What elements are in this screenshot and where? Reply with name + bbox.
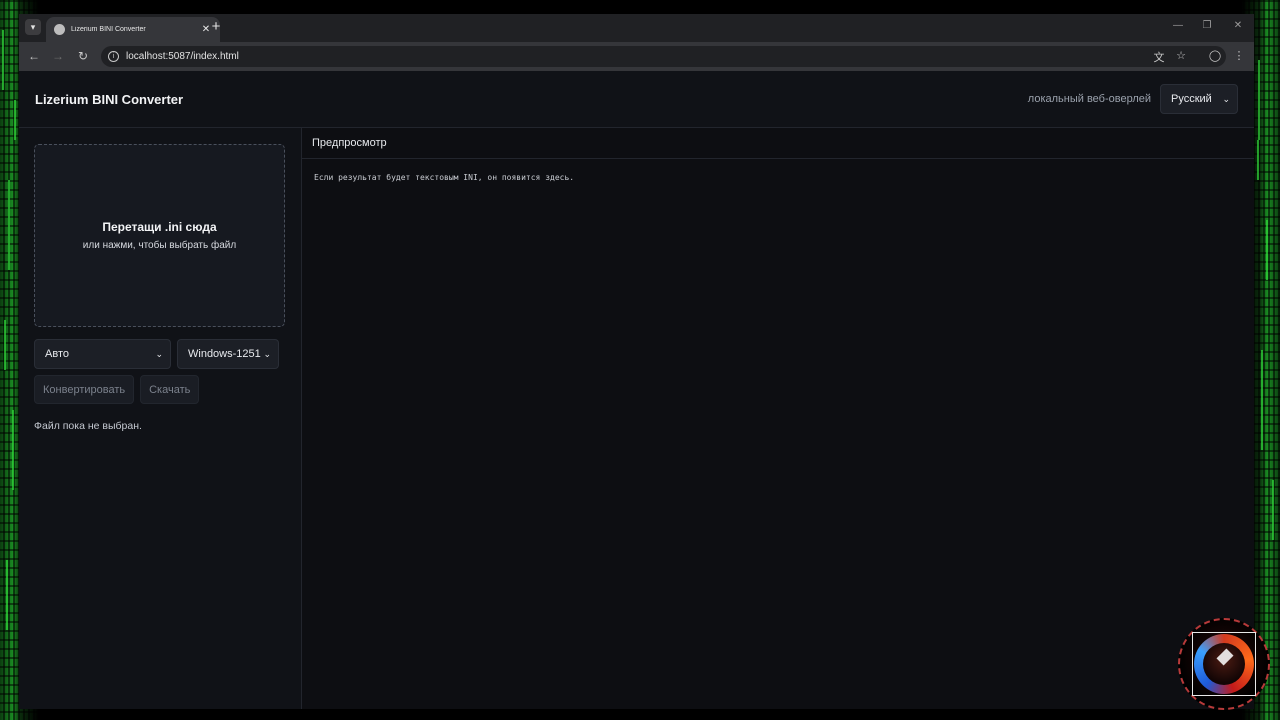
selects-row: Авто ⌄ Windows-1251 ⌄ <box>34 339 286 369</box>
tab-title: Lizerium BINI Converter <box>71 26 146 33</box>
dropzone-subtitle: или нажми, чтобы выбрать файл <box>82 240 237 251</box>
restore-icon[interactable]: ❐ <box>1200 20 1214 31</box>
back-icon[interactable]: ← <box>26 49 42 63</box>
browser-toolbar: ← → ↻ i localhost:5087/index.html 文 ☆ ◯ … <box>19 42 1254 71</box>
preview-panel: Предпросмотр Если результат будет тексто… <box>302 128 1254 709</box>
browser-window: ▾ Lizerium BINI Converter ✕ + — ❐ ✕ ← → … <box>19 14 1254 709</box>
bookmark-star-icon[interactable]: ☆ <box>1174 49 1188 62</box>
more-menu-icon[interactable]: ⋮ <box>1232 49 1246 62</box>
minimize-icon[interactable]: — <box>1171 20 1185 31</box>
tab-search-icon[interactable]: ▾ <box>25 19 41 35</box>
preview-heading: Предпросмотр <box>302 128 1254 159</box>
translate-icon[interactable]: 文 <box>1152 49 1166 65</box>
convert-button[interactable]: Конвертировать <box>34 375 135 404</box>
main-area: Перетащи .ini сюда или нажми, чтобы выбр… <box>19 128 1254 709</box>
file-status: Файл пока не выбран. <box>34 420 142 432</box>
forward-icon[interactable]: → <box>50 49 66 63</box>
header-right: локальный веб-оверлей Русский ⌄ <box>1028 84 1238 114</box>
site-info-icon[interactable]: i <box>108 51 119 62</box>
download-button[interactable]: Скачать <box>140 375 200 404</box>
matrix-edge-left <box>0 0 20 720</box>
language-select-value: Русский <box>1171 93 1212 105</box>
app-header: Lizerium BINI Converter локальный веб-ов… <box>19 71 1254 128</box>
language-select[interactable]: Русский ⌄ <box>1160 84 1238 114</box>
mode-select-value: Авто <box>45 348 69 360</box>
window-close-icon[interactable]: ✕ <box>1231 20 1245 31</box>
matrix-edge-right <box>1254 0 1280 720</box>
streamer-avatar <box>1178 618 1270 710</box>
reload-icon[interactable]: ↻ <box>75 49 91 63</box>
tab-strip: ▾ Lizerium BINI Converter ✕ + — ❐ ✕ <box>19 14 1254 42</box>
new-tab-icon[interactable]: + <box>208 18 224 35</box>
browser-tab[interactable]: Lizerium BINI Converter ✕ <box>46 17 220 42</box>
profile-icon[interactable]: ◯ <box>1208 49 1222 62</box>
action-buttons: Конвертировать Скачать <box>34 375 286 404</box>
chevron-down-icon: ⌄ <box>1222 93 1230 104</box>
sidebar: Перетащи .ini сюда или нажми, чтобы выбр… <box>19 128 302 709</box>
url-text: localhost:5087/index.html <box>126 51 239 62</box>
chevron-down-icon: ⌄ <box>155 348 163 359</box>
encoding-select-value: Windows-1251 <box>188 348 261 360</box>
globe-icon <box>54 24 65 35</box>
file-dropzone[interactable]: Перетащи .ini сюда или нажми, чтобы выбр… <box>34 144 285 327</box>
encoding-select[interactable]: Windows-1251 ⌄ <box>177 339 279 369</box>
address-bar[interactable]: i localhost:5087/index.html <box>101 46 1226 67</box>
dropzone-title: Перетащи .ini сюда <box>102 220 217 234</box>
app-root: Lizerium BINI Converter локальный веб-ов… <box>19 71 1254 709</box>
mode-select[interactable]: Авто ⌄ <box>34 339 171 369</box>
app-title: Lizerium BINI Converter <box>35 91 184 107</box>
avatar-frame <box>1192 632 1256 696</box>
overlay-label: локальный веб-оверлей <box>1027 93 1151 105</box>
chevron-down-icon: ⌄ <box>263 348 271 359</box>
preview-text: Если результат будет текстовым INI, он п… <box>314 173 575 182</box>
